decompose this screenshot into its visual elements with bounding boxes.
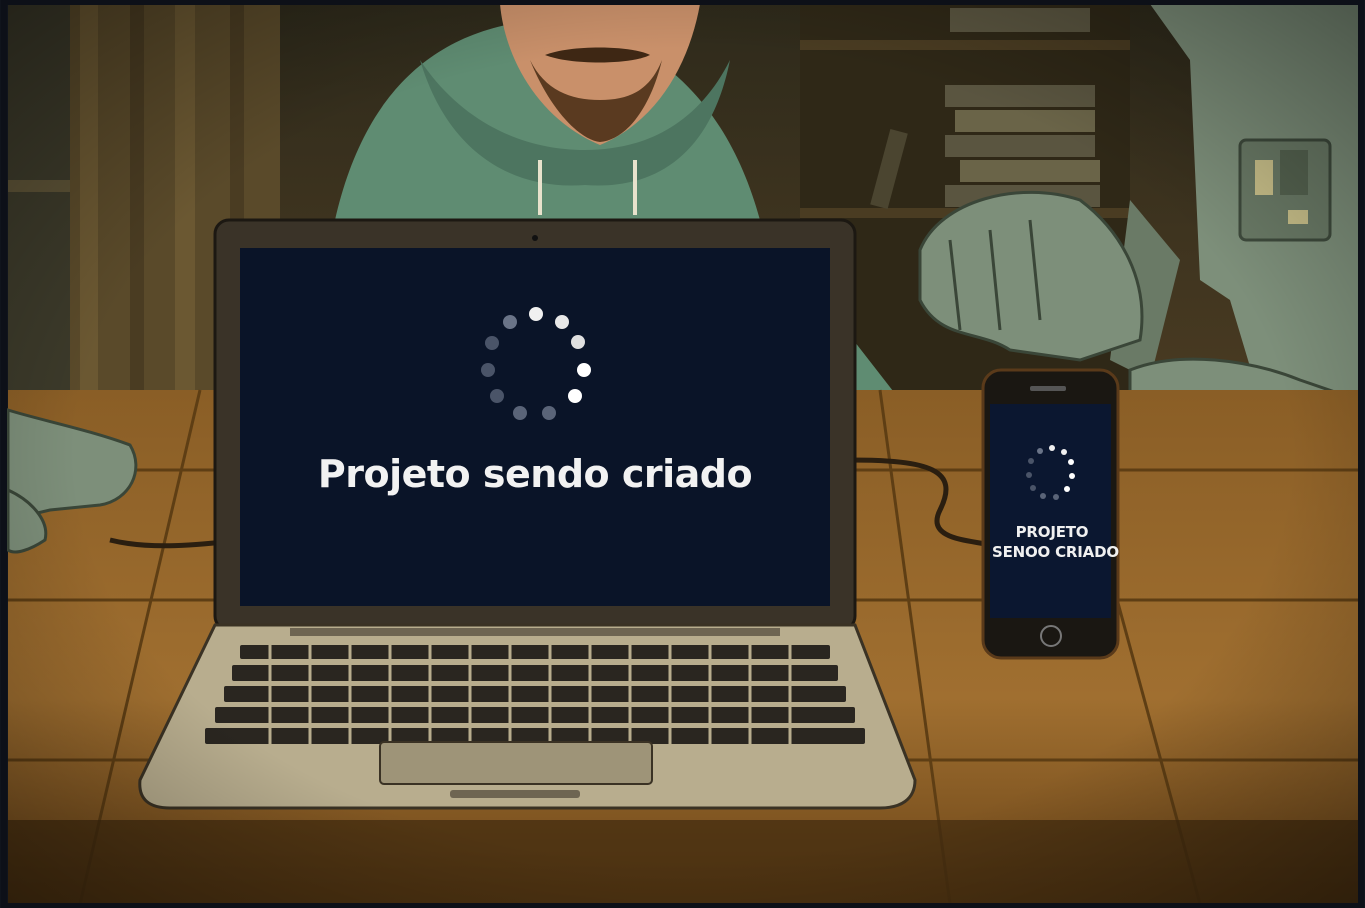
illustration-frame: Projeto sendo criado PROJETO SENOO CRIAD… xyxy=(0,0,1365,908)
laptop-status-text: Projeto sendo criado xyxy=(317,452,753,496)
phone-status-line-2: SENOO CRIADO xyxy=(992,543,1119,561)
phone-status-line-1: PROJETO xyxy=(1015,523,1089,541)
phone-status-text: PROJETO SENOO CRIADO xyxy=(992,522,1119,562)
